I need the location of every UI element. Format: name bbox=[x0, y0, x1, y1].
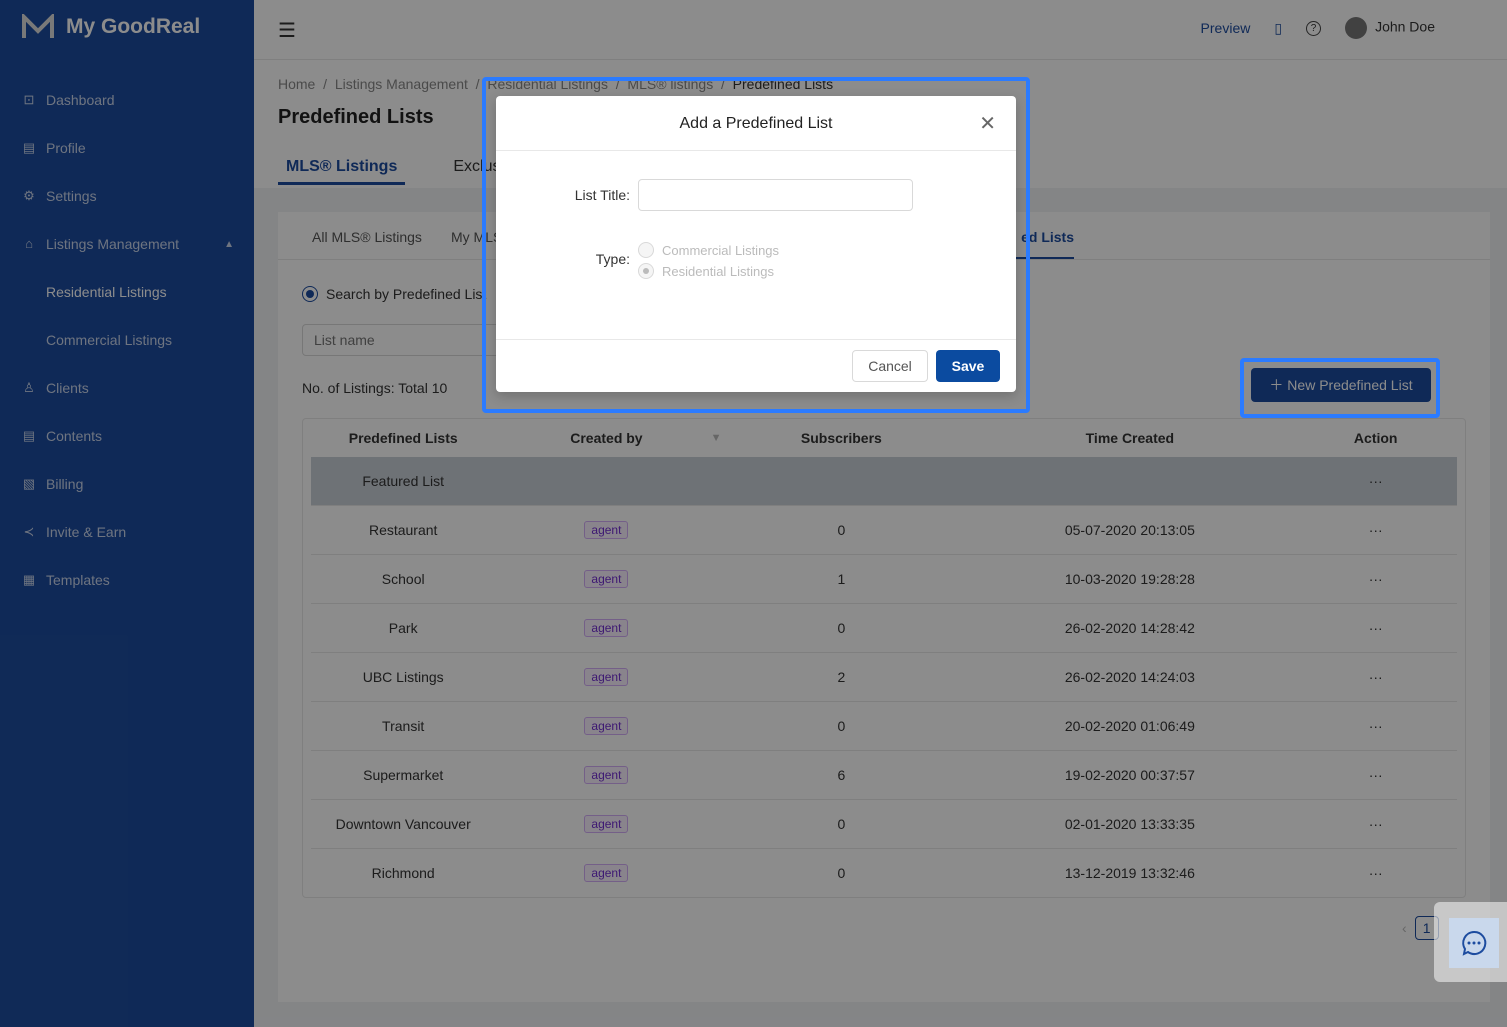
highlight-modal bbox=[482, 77, 1030, 413]
chat-button[interactable] bbox=[1449, 918, 1499, 968]
highlight-new-button bbox=[1240, 358, 1440, 418]
chat-icon bbox=[1462, 930, 1487, 956]
